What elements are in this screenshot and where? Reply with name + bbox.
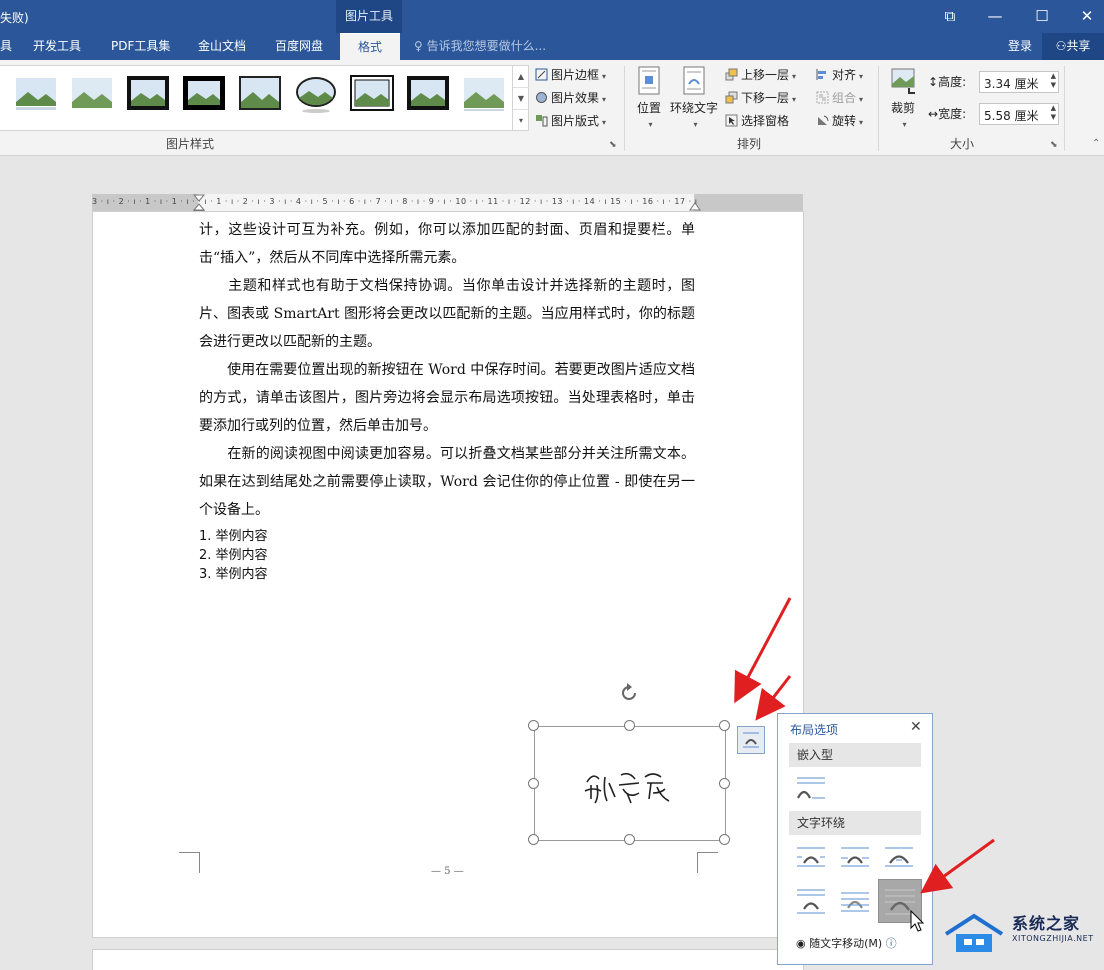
mouse-cursor-icon	[910, 910, 925, 932]
annotation-arrows	[734, 597, 995, 894]
red-arrow-icon	[734, 597, 792, 704]
watermark-url: XITONGZHIJIA.NET	[1012, 934, 1094, 943]
red-arrow-icon	[920, 838, 995, 894]
watermark: 系统之家 XITONGZHIJIA.NET	[940, 906, 1104, 957]
watermark-name: 系统之家	[1012, 914, 1081, 933]
house-logo-icon	[944, 913, 1004, 952]
red-arrow-icon	[755, 675, 792, 721]
